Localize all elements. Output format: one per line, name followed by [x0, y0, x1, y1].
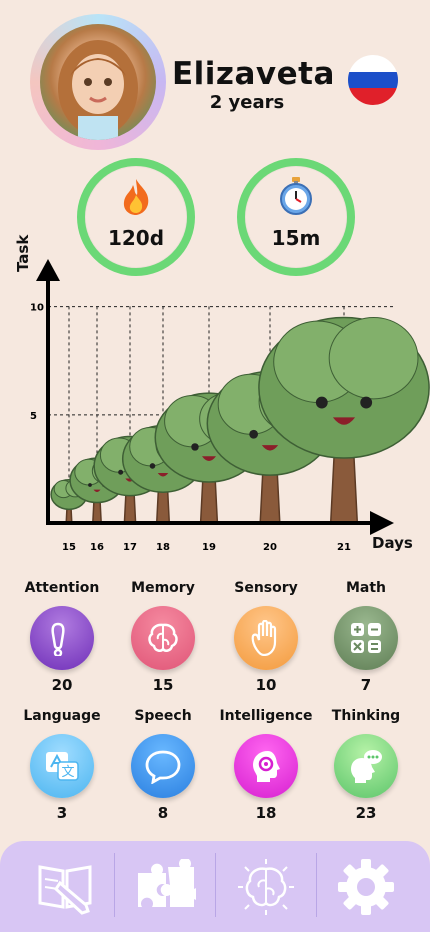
- category-count: 7: [360, 676, 372, 694]
- category-button[interactable]: 文: [30, 734, 94, 798]
- x-tick-label: 20: [263, 542, 277, 553]
- progress-chart: 5 10 15 16 17 18 19 20 21: [30, 259, 430, 553]
- category-button[interactable]: [234, 606, 298, 670]
- avatar-ring[interactable]: [30, 14, 166, 150]
- x-tick-label: 18: [156, 542, 170, 553]
- avatar: [40, 24, 156, 140]
- x-tick-label: 17: [123, 542, 137, 553]
- category-label: Intelligence: [219, 708, 313, 724]
- category-attention[interactable]: Attention 20: [12, 578, 112, 694]
- x-axis-arrow: [370, 511, 394, 535]
- brain-icon: [148, 623, 178, 652]
- category-count: 8: [157, 804, 169, 822]
- book-pencil-icon: [38, 865, 92, 915]
- category-speech[interactable]: Speech 8: [113, 706, 213, 822]
- exclamation-icon: [51, 622, 65, 656]
- category-language[interactable]: Language 文 3: [12, 706, 112, 822]
- y-axis-arrow: [36, 259, 60, 281]
- category-count: 15: [152, 676, 174, 694]
- gear-icon: [338, 859, 394, 915]
- time-value: 15m: [271, 226, 321, 250]
- category-label: Language: [23, 708, 101, 724]
- category-button[interactable]: [131, 734, 195, 798]
- translate-icon: 文: [46, 752, 79, 781]
- category-memory[interactable]: Memory 15: [113, 578, 213, 694]
- category-label: Memory: [131, 580, 195, 596]
- russia-flag-icon[interactable]: [348, 55, 398, 105]
- x-tick-label: 16: [90, 542, 104, 553]
- category-count: 3: [56, 804, 68, 822]
- speech-bubble-icon: [145, 750, 181, 784]
- category-label: Sensory: [234, 580, 298, 596]
- category-count: 10: [255, 676, 277, 694]
- category-button[interactable]: [334, 606, 398, 670]
- category-button[interactable]: [131, 606, 195, 670]
- thinking-head-icon: [351, 750, 382, 783]
- nav-lessons[interactable]: [14, 841, 114, 932]
- category-math[interactable]: Math 7: [316, 578, 416, 694]
- svg-text:文: 文: [61, 765, 74, 780]
- stopwatch-icon: [280, 177, 312, 215]
- user-name: Elizaveta: [172, 56, 335, 92]
- brain-outline-icon: [238, 859, 294, 915]
- fire-icon: [123, 179, 149, 215]
- category-button[interactable]: [30, 606, 94, 670]
- x-tick-label: 21: [337, 542, 351, 553]
- category-thinking[interactable]: Thinking 23: [316, 706, 416, 822]
- category-label: Speech: [134, 708, 192, 724]
- hand-icon: [251, 620, 277, 656]
- category-count: 20: [51, 676, 73, 694]
- category-label: Math: [345, 580, 387, 596]
- tree-mark: [258, 316, 430, 524]
- category-count: 23: [355, 804, 377, 822]
- nav-puzzles[interactable]: [114, 841, 214, 932]
- category-button[interactable]: [234, 734, 298, 798]
- category-label: Thinking: [331, 708, 401, 724]
- category-count: 18: [255, 804, 277, 822]
- category-sensory[interactable]: Sensory 10: [216, 578, 316, 694]
- head-gear-icon: [253, 751, 280, 782]
- streak-value: 120d: [107, 226, 165, 250]
- y-tick-label: 10: [30, 303, 44, 314]
- category-label: Attention: [24, 580, 100, 596]
- x-tick-label: 19: [202, 542, 216, 553]
- user-age: 2 years: [209, 92, 285, 113]
- category-intelligence[interactable]: Intelligence 18: [216, 706, 316, 822]
- puzzle-icon: [138, 859, 196, 907]
- nav-settings[interactable]: [316, 841, 416, 932]
- x-tick-label: 15: [62, 542, 76, 553]
- calculator-icon: [351, 623, 381, 653]
- nav-brain[interactable]: [215, 841, 315, 932]
- avatar-image: [58, 40, 138, 140]
- y-tick-label: 5: [30, 411, 37, 422]
- category-button[interactable]: [334, 734, 398, 798]
- bottom-nav: [0, 841, 430, 932]
